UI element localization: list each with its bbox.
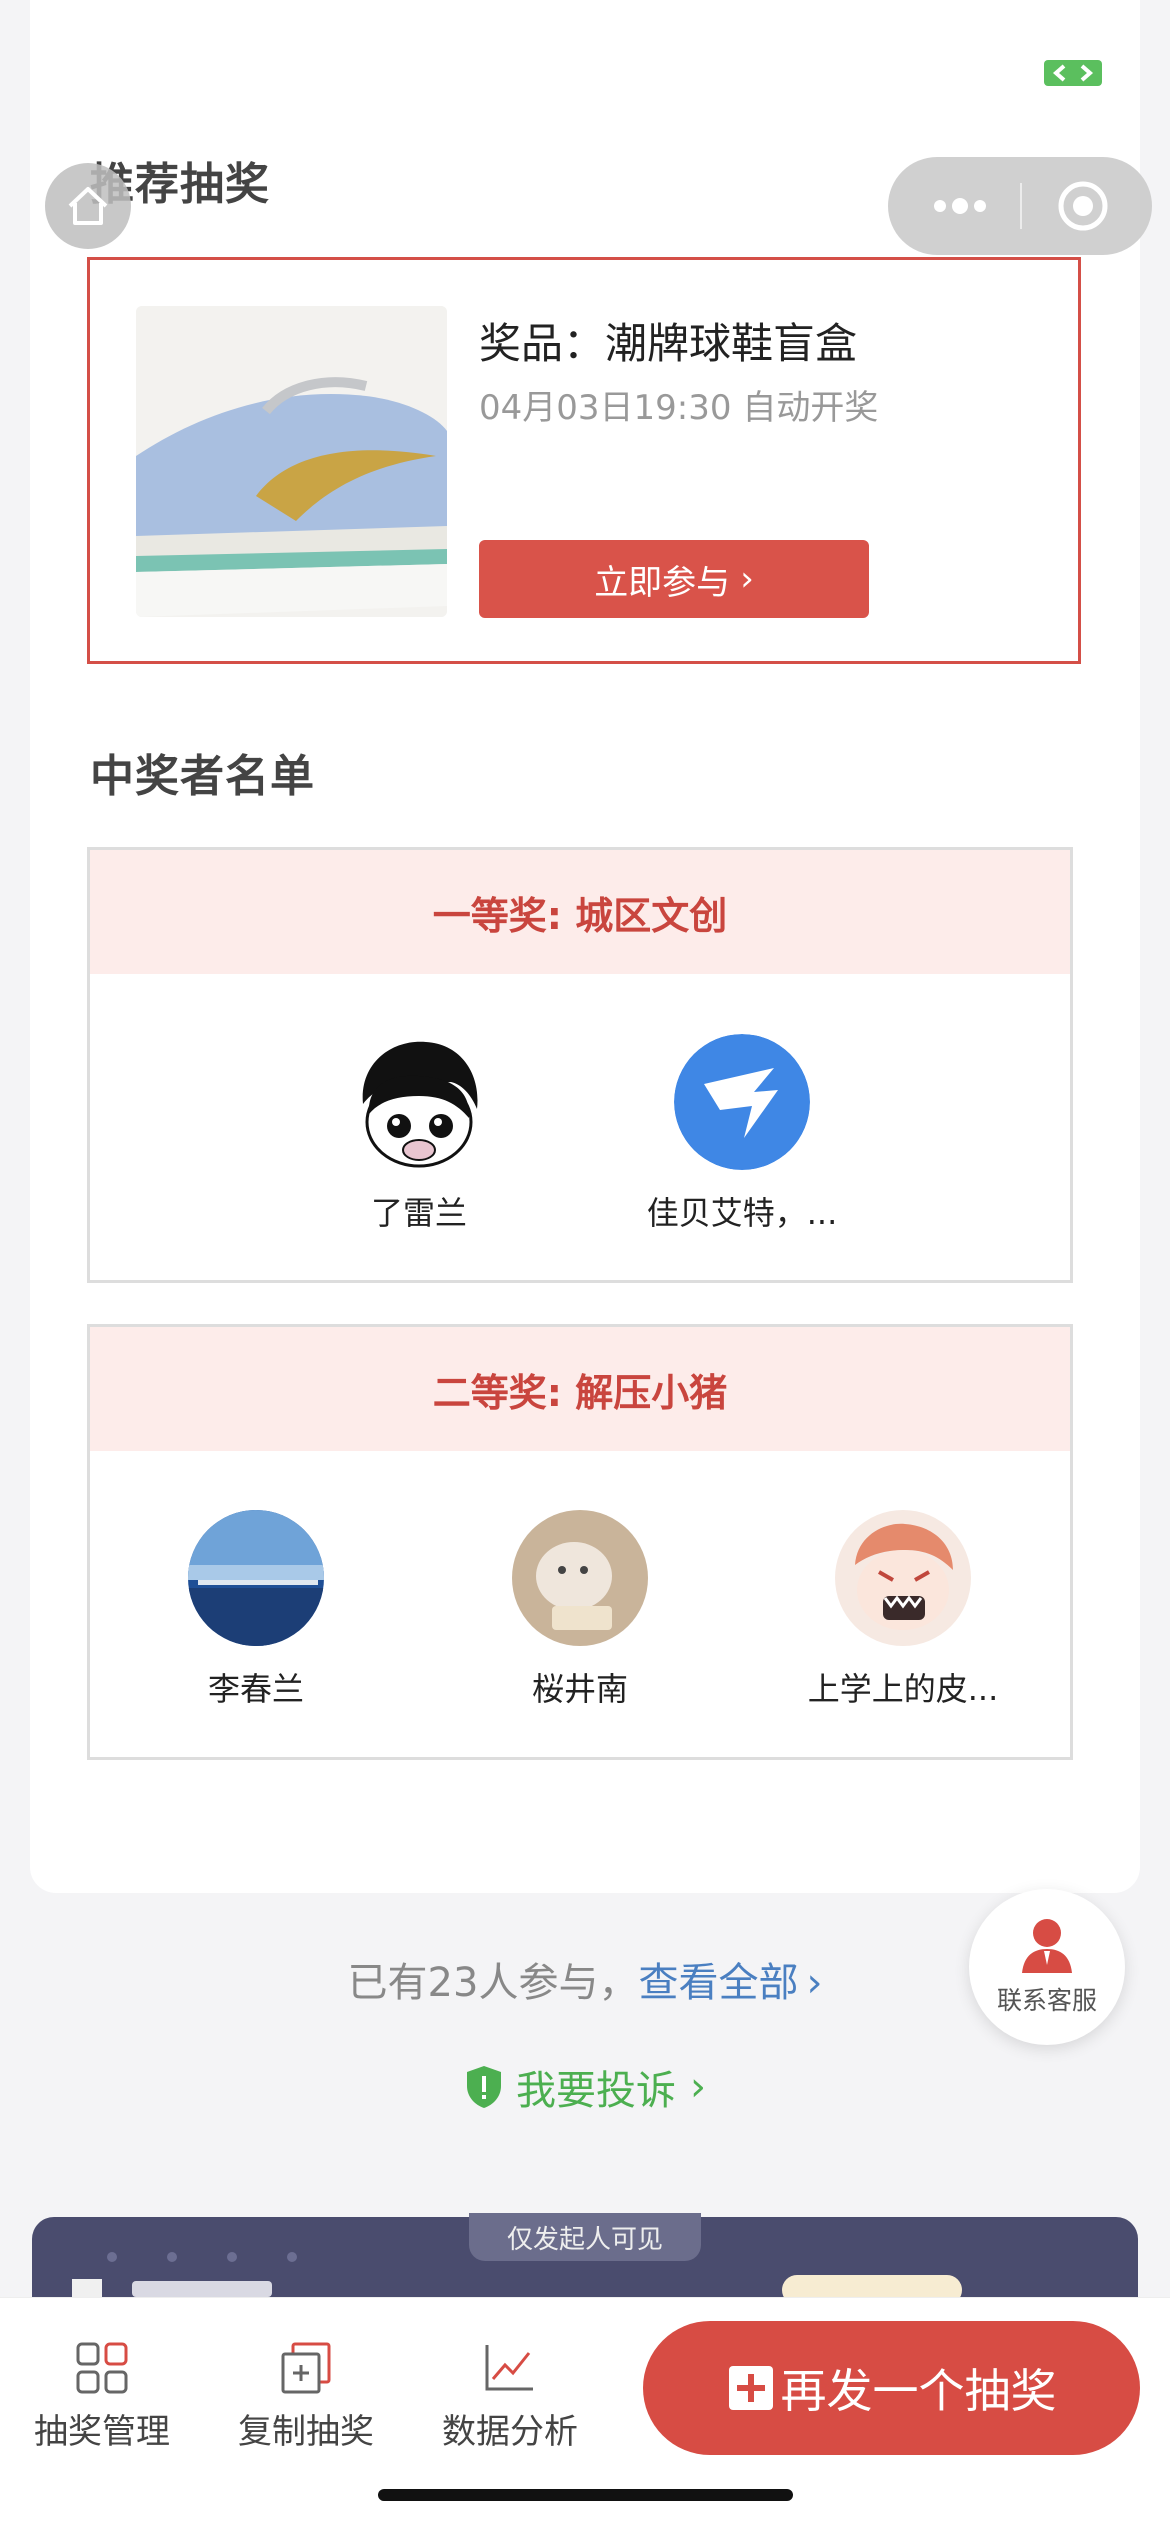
draw-time: 04月03日19:30 自动开奖 — [479, 388, 879, 428]
tab-label: 数据分析 — [442, 2412, 578, 2452]
winner-item[interactable]: 了雷兰 — [299, 1034, 539, 1234]
recommend-card[interactable]: 奖品：潮牌球鞋盲盒 04月03日19:30 自动开奖 立即参与 › — [87, 257, 1081, 664]
expand-icon[interactable] — [1044, 60, 1102, 86]
shield-alert-icon — [467, 2066, 501, 2108]
create-another-lottery-button[interactable]: 再发一个抽奖 — [643, 2321, 1140, 2455]
plus-box-icon — [728, 2366, 773, 2410]
chevron-right-icon: › — [806, 1960, 823, 2006]
prize-image — [136, 306, 447, 617]
contact-service-label: 联系客服 — [996, 1986, 1097, 2015]
complain-link[interactable]: 我要投诉 › — [0, 2058, 1170, 2116]
tab-label: 复制抽奖 — [238, 2412, 374, 2452]
tab-lottery-management[interactable]: 抽奖管理 — [12, 2338, 192, 2453]
capsule-divider — [1020, 183, 1022, 229]
first-prize-box: 一等奖: 城区文创 — [87, 847, 1073, 1283]
participants-count-text: 已有23人参与， — [347, 1960, 639, 2006]
view-all-link[interactable]: 查看全部 › — [638, 1960, 822, 2006]
avatar — [351, 1034, 487, 1170]
winner-item[interactable]: 桜井南 — [460, 1510, 700, 1710]
home-indicator — [378, 2489, 793, 2501]
winner-item[interactable]: 上学上的皮... — [783, 1510, 1023, 1710]
chevron-right-icon: › — [690, 2064, 706, 2110]
grid-icon — [76, 2342, 128, 2394]
join-now-button[interactable]: 立即参与 › — [479, 540, 869, 618]
avatar — [512, 1510, 648, 1646]
complain-label: 我要投诉 — [516, 2068, 676, 2114]
customer-service-icon — [1022, 1919, 1072, 1973]
winner-name: 了雷兰 — [370, 1194, 467, 1232]
avatar — [674, 1034, 810, 1170]
copy-add-icon — [281, 2342, 331, 2394]
more-icon[interactable] — [928, 187, 992, 225]
home-icon — [68, 187, 108, 225]
winner-item[interactable]: 佳贝艾特，... — [622, 1034, 862, 1234]
line-chart-icon — [485, 2345, 533, 2391]
create-another-lottery-label: 再发一个抽奖 — [780, 2364, 1057, 2418]
winners-title: 中奖者名单 — [90, 751, 315, 802]
avatar — [835, 1510, 971, 1646]
winner-name: 桜井南 — [531, 1670, 628, 1708]
view-all-label: 查看全部 — [638, 1960, 799, 2006]
chevron-right-icon: › — [740, 559, 754, 599]
tab-data-analysis[interactable]: 数据分析 — [420, 2338, 600, 2453]
tab-copy-lottery[interactable]: 复制抽奖 — [216, 2338, 396, 2453]
winner-item[interactable]: 李春兰 — [136, 1510, 376, 1710]
mini-program-capsule — [888, 157, 1152, 255]
winner-name: 上学上的皮... — [807, 1670, 999, 1708]
organizer-only-tag: 仅发起人可见 — [469, 2213, 701, 2261]
winner-name: 李春兰 — [207, 1670, 304, 1708]
second-prize-header: 二等奖: 解压小猪 — [90, 1327, 1070, 1451]
contact-service-button[interactable]: 联系客服 — [969, 1889, 1125, 2045]
winner-name: 佳贝艾特，... — [646, 1194, 838, 1232]
tab-label: 抽奖管理 — [34, 2412, 170, 2452]
avatar — [188, 1510, 324, 1646]
first-prize-header: 一等奖: 城区文创 — [90, 850, 1070, 974]
home-button[interactable] — [45, 163, 131, 249]
close-target-icon[interactable] — [1056, 179, 1110, 233]
join-now-label: 立即参与 — [594, 562, 731, 603]
prize-name: 奖品：潮牌球鞋盲盒 — [479, 319, 858, 368]
